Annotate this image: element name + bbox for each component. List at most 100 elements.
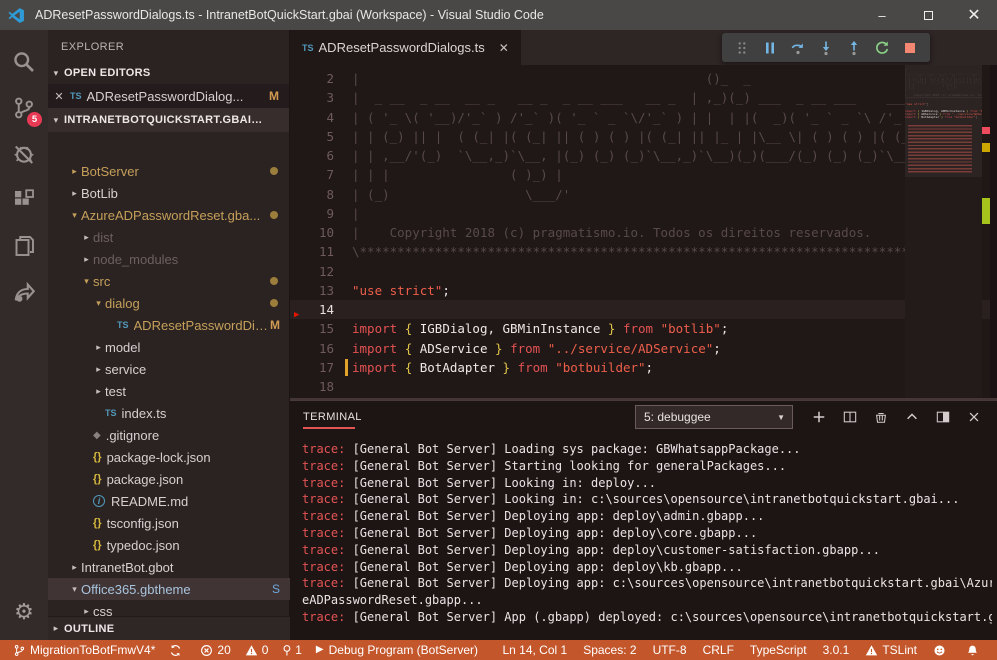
- add-terminal-button[interactable]: [803, 401, 834, 433]
- tree-item-test[interactable]: ▸test: [48, 380, 290, 402]
- activity-extensions[interactable]: [0, 177, 48, 223]
- code-line-8[interactable]: 8| (_) \___/': [290, 185, 997, 204]
- tree-item-model[interactable]: ▸model: [48, 336, 290, 358]
- tree-item-service[interactable]: ▸service: [48, 358, 290, 380]
- close-window-button[interactable]: ✕: [951, 0, 997, 30]
- panel-layout-button[interactable]: [927, 401, 958, 433]
- status-git-branch[interactable]: MigrationToBotFmwV4*: [13, 643, 155, 657]
- status-smiley[interactable]: [933, 644, 950, 657]
- chevron-right-icon[interactable]: ▸: [80, 606, 93, 617]
- split-editor-button[interactable]: [933, 39, 961, 57]
- code-line-15[interactable]: 15import { IGBDialog, GBMinInstance } fr…: [290, 319, 997, 338]
- code-line-13[interactable]: 13"use strict";: [290, 281, 997, 300]
- more-actions-button[interactable]: [961, 39, 989, 57]
- status-tools[interactable]: ⚲1: [282, 643, 301, 657]
- code-line-9[interactable]: 9|: [290, 204, 997, 223]
- tree-item-index-ts[interactable]: TSindex.ts: [48, 402, 290, 424]
- tree-item-office365-gbtheme[interactable]: ▾Office365.gbthemeS: [48, 578, 290, 600]
- open-editors-header[interactable]: ▾ OPEN EDITORS: [48, 62, 289, 84]
- chevron-down-icon[interactable]: ▾: [80, 276, 93, 287]
- chevron-down-icon[interactable]: ▾: [68, 584, 81, 595]
- code-line-7[interactable]: 7| | | ( )_) |: [290, 165, 997, 184]
- tree-item-package-lock-json[interactable]: {}package-lock.json: [48, 446, 290, 468]
- settings-gear-icon[interactable]: ⚙: [0, 592, 48, 632]
- code-line-10[interactable]: 10| Copyright 2018 (c) pragmatismo.io. T…: [290, 223, 997, 242]
- status-warning-triangle[interactable]: TSLint: [865, 643, 917, 657]
- tree-item-botlib[interactable]: ▸BotLib: [48, 182, 290, 204]
- chevron-down-icon[interactable]: ▾: [68, 210, 81, 221]
- status-3-0-1[interactable]: 3.0.1: [823, 643, 850, 657]
- restart-button[interactable]: [868, 35, 896, 61]
- code-line-14[interactable]: 14▶: [290, 300, 997, 319]
- outline-header[interactable]: ▸ OUTLINE: [48, 616, 290, 640]
- status-crlf[interactable]: CRLF: [703, 643, 734, 657]
- status-spaces-2[interactable]: Spaces: 2: [583, 643, 636, 657]
- code-line-5[interactable]: 5| | (_) || | ( (_| |( (_| || ( ) ( ) |(…: [290, 127, 997, 146]
- chevron-right-icon[interactable]: ▸: [92, 386, 105, 397]
- drag-handle-button[interactable]: [728, 35, 756, 61]
- status-typescript[interactable]: TypeScript: [750, 643, 807, 657]
- tree-item-adresetpassworddial-[interactable]: TSADResetPasswordDial...M: [48, 314, 290, 336]
- status-sync[interactable]: [169, 644, 186, 657]
- code-line-16[interactable]: 16import { ADService } from "../service/…: [290, 339, 997, 358]
- tab-terminal[interactable]: TERMINAL: [303, 401, 362, 433]
- step-out-button[interactable]: [840, 35, 868, 61]
- chevron-right-icon[interactable]: ▸: [80, 254, 93, 265]
- activity-source-control[interactable]: 5: [0, 85, 48, 131]
- chevron-right-icon[interactable]: ▸: [80, 232, 93, 243]
- tree-item-dist[interactable]: ▸dist: [48, 226, 290, 248]
- tree-item--gitignore[interactable]: ◆.gitignore: [48, 424, 290, 446]
- step-into-button[interactable]: [812, 35, 840, 61]
- chevron-right-icon[interactable]: ▸: [68, 562, 81, 573]
- code-line-6[interactable]: 6| | ,__/'(_) `\__,_)`\__, |(_) (_) (_)`…: [290, 146, 997, 165]
- maximize-window-button[interactable]: [905, 0, 951, 30]
- open-editor-item[interactable]: ✕ TS ADResetPasswordDialog... M: [48, 84, 289, 108]
- tab-adresetpassworddialogs[interactable]: TS ADResetPasswordDialogs.ts ✕: [290, 30, 521, 65]
- tree-item-intranetbot-gbot[interactable]: ▸IntranetBot.gbot: [48, 556, 290, 578]
- editor-scrollbar[interactable]: [990, 65, 997, 398]
- close-panel-button[interactable]: [958, 401, 989, 433]
- status-utf-8[interactable]: UTF-8: [653, 643, 687, 657]
- code-line-12[interactable]: 12: [290, 262, 997, 281]
- minimize-window-button[interactable]: –: [859, 0, 905, 30]
- tree-item-azureadpasswordreset-gba-[interactable]: ▾AzureADPasswordReset.gba...: [48, 204, 290, 226]
- chevron-right-icon[interactable]: ▸: [92, 364, 105, 375]
- code-line-18[interactable]: 18: [290, 377, 997, 396]
- minimap[interactable]: | ()_ _ | _ __ _ __ __ _ __ _ _ __ ___ _…: [905, 65, 982, 398]
- close-icon[interactable]: ✕: [499, 41, 509, 55]
- tree-item-dialog[interactable]: ▾dialog: [48, 292, 290, 314]
- tree-item-botserver[interactable]: ▸BotServer: [48, 160, 290, 182]
- code-line-3[interactable]: 3| _ __ _ __ __ _ __ _ _ __ ___ __ _ | ,…: [290, 88, 997, 107]
- code-line-4[interactable]: 4| ( '_ \( '__)/'_` ) /'_` )( '_ ` _ `\/…: [290, 108, 997, 127]
- chevron-up-button[interactable]: [896, 401, 927, 433]
- code-line-11[interactable]: 11\*************************************…: [290, 242, 997, 261]
- tree-item-package-json[interactable]: {}package.json: [48, 468, 290, 490]
- step-over-button[interactable]: [784, 35, 812, 61]
- status-bell[interactable]: [966, 644, 983, 657]
- tree-item-tsconfig-json[interactable]: {}tsconfig.json: [48, 512, 290, 534]
- activity-debug[interactable]: [0, 131, 48, 177]
- pause-button[interactable]: [756, 35, 784, 61]
- code-editor[interactable]: 2| ()_ _3| _ __ _ __ __ _ __ _ _ __ ___ …: [290, 65, 997, 398]
- activity-documents[interactable]: [0, 223, 48, 269]
- tree-item-typedoc-json[interactable]: {}typedoc.json: [48, 534, 290, 556]
- activity-search[interactable]: [0, 39, 48, 85]
- split-terminal-button[interactable]: [834, 401, 865, 433]
- tree-item-readme-md[interactable]: iREADME.md: [48, 490, 290, 512]
- chevron-right-icon[interactable]: ▸: [68, 166, 81, 177]
- status-error-circle[interactable]: 20: [200, 643, 230, 657]
- chevron-down-icon[interactable]: ▾: [92, 298, 105, 309]
- workspace-header[interactable]: ▾ INTRANETBOTQUICKSTART.GBAI (WORKSPACE): [48, 108, 289, 132]
- status-warning-triangle[interactable]: 0: [245, 643, 269, 657]
- kill-terminal-button[interactable]: [865, 401, 896, 433]
- chevron-right-icon[interactable]: ▸: [92, 342, 105, 353]
- tree-item-src[interactable]: ▾src: [48, 270, 290, 292]
- code-line-17[interactable]: 17import { BotAdapter } from "botbuilder…: [290, 358, 997, 377]
- status-ln-14-col-1[interactable]: Ln 14, Col 1: [502, 643, 567, 657]
- status-play[interactable]: ▶Debug Program (BotServer): [316, 643, 478, 657]
- tree-item-node-modules[interactable]: ▸node_modules: [48, 248, 290, 270]
- chevron-right-icon[interactable]: ▸: [68, 188, 81, 199]
- terminal-output[interactable]: trace: [General Bot Server] Loading sys …: [302, 441, 992, 639]
- stop-button[interactable]: [896, 35, 924, 61]
- terminal-select[interactable]: 5: debuggee ▼: [635, 405, 793, 429]
